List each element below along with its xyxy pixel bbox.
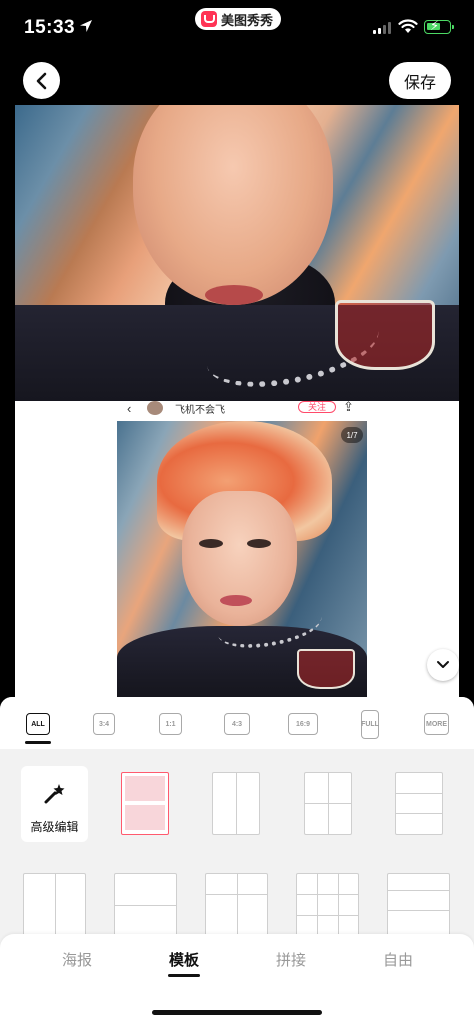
- ratio-full[interactable]: FULL: [361, 710, 379, 739]
- tab-active-indicator: [168, 974, 200, 977]
- save-button[interactable]: 保存: [389, 62, 451, 99]
- strip-back-glyph: ‹: [127, 401, 132, 416]
- page-indicator: 1/7: [341, 427, 363, 443]
- advanced-edit-button[interactable]: 高级编辑: [21, 766, 88, 842]
- back-button[interactable]: [23, 62, 60, 99]
- collage-photo-top[interactable]: [15, 105, 459, 401]
- ratio-active-indicator: [25, 741, 51, 744]
- share-icon: ⇪: [343, 399, 354, 414]
- tab-stitch[interactable]: 拼接: [261, 949, 321, 970]
- collage-canvas[interactable]: ‹ 飞机不会飞 关注 ⇪ 1/7: [15, 105, 459, 697]
- advanced-edit-label: 高级编辑: [30, 820, 79, 834]
- meitu-logo-icon: [201, 11, 217, 27]
- cellular-signal-icon: [373, 22, 391, 34]
- tab-freestyle[interactable]: 自由: [368, 949, 428, 970]
- wifi-icon: [398, 19, 418, 33]
- chevron-left-icon: [36, 72, 46, 89]
- layout-template-4-grid[interactable]: [205, 873, 268, 936]
- layout-template-2-rows-wide[interactable]: [114, 873, 177, 936]
- ratio-all[interactable]: ALL: [26, 713, 50, 735]
- scroll-down-button[interactable]: [427, 649, 459, 681]
- ratio-filter-bar: ALL 3:4 1:1 4:3 16:9 FULL MORE: [0, 697, 474, 749]
- app-pill-label: 美图秀秀: [221, 12, 274, 28]
- ratio-4-3[interactable]: 4:3: [224, 713, 250, 735]
- avatar: [147, 401, 163, 415]
- status-time: 15:33: [24, 17, 76, 38]
- status-bar: 15:33 美图秀秀 ⚡: [0, 0, 474, 58]
- mode-tab-bar: 海报 模板 拼接 自由: [0, 934, 474, 1025]
- ratio-1-1[interactable]: 1:1: [159, 713, 182, 735]
- layout-template-2-cols[interactable]: [212, 772, 260, 835]
- strip-user-name: 飞机不会飞: [175, 405, 225, 416]
- app-return-pill[interactable]: 美图秀秀: [195, 8, 281, 30]
- home-indicator[interactable]: [152, 1010, 322, 1015]
- ratio-more[interactable]: MORE: [424, 713, 449, 735]
- layout-template-2-rows[interactable]: [121, 772, 169, 835]
- layout-template-3-split[interactable]: [304, 772, 352, 835]
- jacket-emblem: [335, 300, 435, 370]
- ratio-3-4[interactable]: 3:4: [93, 713, 115, 735]
- jacket-emblem: [297, 649, 355, 689]
- chevron-down-icon: [437, 661, 449, 668]
- magic-wand-icon: [44, 784, 65, 804]
- layout-template-2-cols-wide[interactable]: [23, 873, 86, 936]
- layout-template-3-rows[interactable]: [395, 772, 443, 835]
- charging-bolt-icon: ⚡: [430, 18, 440, 33]
- collage-photo-bottom[interactable]: 1/7: [117, 421, 367, 697]
- screenshot-header-strip: [15, 401, 459, 419]
- strip-follow-badge: 关注: [298, 401, 336, 413]
- layout-template-3-rows-wide[interactable]: [387, 873, 450, 936]
- tab-poster[interactable]: 海报: [47, 949, 107, 970]
- location-arrow-icon: [80, 20, 92, 32]
- layout-template-9-grid[interactable]: [296, 873, 359, 936]
- tab-template[interactable]: 模板: [154, 949, 214, 970]
- ratio-16-9[interactable]: 16:9: [288, 713, 318, 735]
